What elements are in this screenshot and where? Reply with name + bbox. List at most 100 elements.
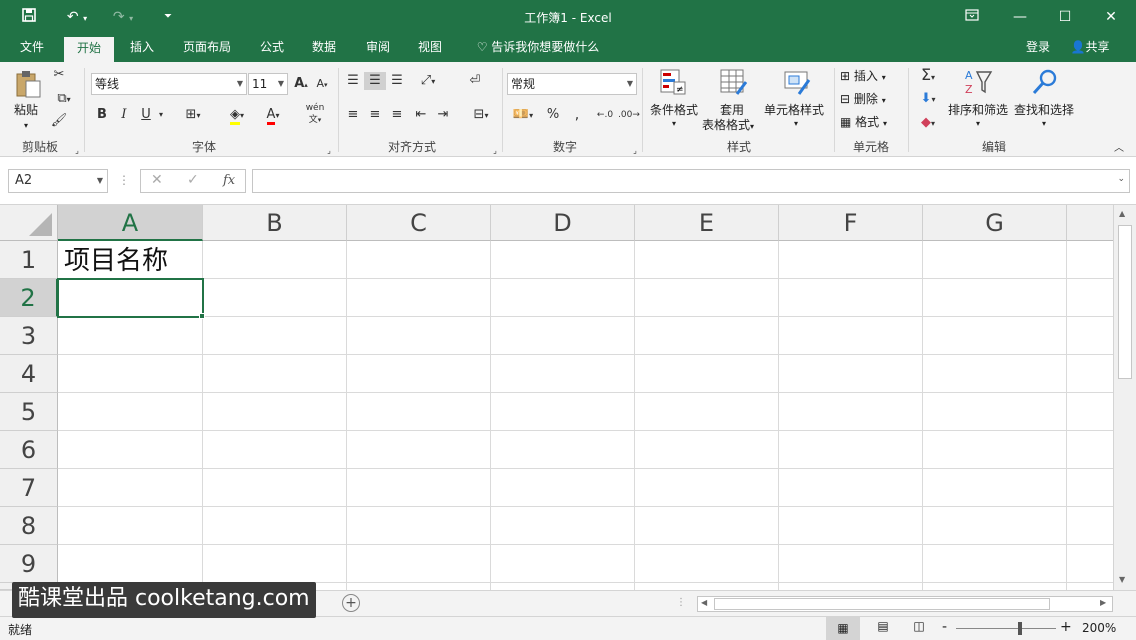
decrease-decimal-icon[interactable]: .00→ bbox=[618, 106, 640, 124]
cell-styles-icon[interactable] bbox=[782, 68, 812, 98]
orientation-icon[interactable]: ⤢▾ bbox=[414, 72, 442, 91]
format-cells-button[interactable]: ▦ 格式 ▾ bbox=[840, 114, 887, 132]
decrease-font-icon[interactable]: A▾ bbox=[314, 75, 330, 94]
conditional-format-icon[interactable]: ≠ bbox=[658, 68, 688, 98]
row-header-9[interactable]: 9 bbox=[0, 545, 58, 583]
border-icon[interactable]: ⊞▾ bbox=[178, 106, 208, 125]
percent-button[interactable]: % bbox=[544, 106, 562, 124]
tab-home[interactable]: 开始 bbox=[64, 37, 114, 62]
normal-view-icon[interactable]: ▦ bbox=[826, 617, 860, 640]
minimize-button[interactable]: — bbox=[1008, 6, 1032, 28]
font-name-select[interactable]: 等线 ▼ bbox=[91, 73, 247, 95]
maximize-button[interactable]: ☐ bbox=[1053, 6, 1077, 28]
sort-filter-icon[interactable]: AZ bbox=[962, 68, 994, 98]
column-header-partial[interactable] bbox=[1067, 205, 1113, 241]
horizontal-scrollbar[interactable]: ◀ ▶ bbox=[697, 596, 1113, 612]
paste-icon[interactable] bbox=[12, 68, 44, 100]
scroll-down-icon[interactable]: ▼ bbox=[1119, 575, 1125, 584]
cell-a1[interactable]: 项目名称 bbox=[64, 243, 168, 279]
row-header-5[interactable]: 5 bbox=[0, 393, 58, 431]
fill-icon[interactable]: ⬇▾ bbox=[914, 90, 942, 109]
increase-font-icon[interactable]: A▴ bbox=[293, 75, 309, 94]
fill-color-icon[interactable]: ◈▾ bbox=[222, 106, 252, 125]
column-header-d[interactable]: D bbox=[491, 205, 635, 241]
chevron-down-icon[interactable]: ▾ bbox=[1042, 116, 1046, 132]
active-cell-a2[interactable] bbox=[57, 278, 204, 318]
format-as-table-label-1[interactable]: 套用 bbox=[720, 102, 744, 118]
tab-file[interactable]: 文件 bbox=[10, 34, 54, 62]
find-select-icon[interactable] bbox=[1030, 68, 1060, 98]
tab-page-layout[interactable]: 页面布局 bbox=[172, 34, 242, 62]
cancel-icon[interactable]: ✕ bbox=[151, 172, 163, 188]
chevron-down-icon[interactable]: ▾ bbox=[794, 116, 798, 132]
fill-handle[interactable] bbox=[199, 313, 205, 319]
bold-button[interactable]: B bbox=[94, 106, 110, 124]
zoom-slider[interactable] bbox=[956, 628, 1056, 629]
align-center-icon[interactable]: ≡ bbox=[366, 106, 384, 124]
format-as-table-icon[interactable] bbox=[718, 68, 748, 98]
scroll-left-icon[interactable]: ◀ bbox=[701, 598, 707, 607]
scrollbar-thumb[interactable] bbox=[1118, 225, 1132, 379]
column-header-a[interactable]: A bbox=[58, 205, 203, 241]
increase-decimal-icon[interactable]: ←.0 bbox=[594, 106, 616, 124]
chevron-down-icon[interactable]: ▾ bbox=[672, 116, 676, 132]
insert-cells-button[interactable]: ⊞ 插入 ▾ bbox=[840, 68, 886, 86]
row-header-8[interactable]: 8 bbox=[0, 507, 58, 545]
zoom-out-button[interactable]: - bbox=[942, 619, 947, 635]
zoom-slider-thumb[interactable] bbox=[1018, 622, 1022, 635]
share-button[interactable]: 👤共享 bbox=[1062, 34, 1118, 62]
column-header-c[interactable]: C bbox=[347, 205, 491, 241]
login-button[interactable]: 登录 bbox=[1018, 34, 1058, 62]
paste-dropdown-icon[interactable]: ▾ bbox=[24, 118, 28, 134]
decrease-indent-icon[interactable]: ⇤ bbox=[412, 106, 430, 124]
column-header-g[interactable]: G bbox=[923, 205, 1067, 241]
row-header-7[interactable]: 7 bbox=[0, 469, 58, 507]
add-sheet-icon[interactable]: + bbox=[342, 594, 360, 612]
page-break-view-icon[interactable]: ◫ bbox=[908, 619, 930, 633]
row-header-2[interactable]: 2 bbox=[0, 279, 58, 317]
collapse-ribbon-icon[interactable]: ︿ bbox=[1112, 140, 1126, 158]
tab-insert[interactable]: 插入 bbox=[120, 34, 164, 62]
select-all-button[interactable] bbox=[0, 205, 58, 241]
align-bottom-icon[interactable]: ☰ bbox=[388, 72, 406, 90]
underline-button[interactable]: U bbox=[138, 106, 154, 124]
row-header-3[interactable]: 3 bbox=[0, 317, 58, 355]
merge-center-icon[interactable]: ⊟▾ bbox=[466, 106, 496, 125]
formula-input[interactable]: ⌄ bbox=[252, 169, 1130, 193]
scrollbar-thumb[interactable] bbox=[714, 598, 1050, 610]
comma-style-icon[interactable]: , bbox=[568, 106, 586, 124]
page-layout-view-icon[interactable]: ▤ bbox=[872, 619, 894, 633]
row-header-1[interactable]: 1 bbox=[0, 241, 58, 279]
italic-button[interactable]: I bbox=[116, 106, 132, 124]
tab-formulas[interactable]: 公式 bbox=[250, 34, 294, 62]
tab-data[interactable]: 数据 bbox=[302, 34, 346, 62]
format-as-table-label-2[interactable]: 表格格式▾ bbox=[702, 117, 754, 135]
copy-icon[interactable]: ⧉▾ bbox=[50, 90, 78, 109]
format-painter-icon[interactable]: 🖌 bbox=[50, 112, 68, 130]
vertical-scrollbar[interactable]: ▲ ▼ bbox=[1113, 205, 1136, 590]
column-header-b[interactable]: B bbox=[203, 205, 347, 241]
align-middle-icon[interactable]: ☰ bbox=[364, 72, 386, 90]
align-right-icon[interactable]: ≡ bbox=[388, 106, 406, 124]
zoom-level[interactable]: 200% bbox=[1082, 621, 1116, 635]
delete-cells-button[interactable]: ⊟ 删除 ▾ bbox=[840, 91, 886, 109]
enter-icon[interactable]: ✓ bbox=[187, 172, 199, 188]
tell-me-box[interactable]: ♡ 告诉我你想要做什么 bbox=[468, 34, 608, 62]
scroll-up-icon[interactable]: ▲ bbox=[1119, 209, 1125, 218]
zoom-in-button[interactable]: + bbox=[1060, 619, 1072, 635]
insert-function-icon[interactable]: fx bbox=[223, 173, 235, 188]
chevron-down-icon[interactable]: ⌄ bbox=[1117, 174, 1125, 184]
phonetic-icon[interactable]: wén 文▾ bbox=[300, 102, 330, 126]
font-color-icon[interactable]: A▾ bbox=[258, 106, 288, 125]
cut-icon[interactable]: ✂ bbox=[50, 66, 68, 84]
chevron-down-icon[interactable]: ▾ bbox=[156, 106, 166, 124]
chevron-down-icon[interactable]: ▾ bbox=[976, 116, 980, 132]
currency-icon[interactable]: 💴▾ bbox=[508, 106, 538, 125]
scroll-right-icon[interactable]: ▶ bbox=[1100, 598, 1106, 607]
clear-icon[interactable]: ◆▾ bbox=[914, 114, 942, 133]
row-header-6[interactable]: 6 bbox=[0, 431, 58, 469]
row-header-4[interactable]: 4 bbox=[0, 355, 58, 393]
align-top-icon[interactable]: ☰ bbox=[344, 72, 362, 90]
number-format-select[interactable]: 常规 ▼ bbox=[507, 73, 637, 95]
autosum-icon[interactable]: Σ▾ bbox=[914, 66, 942, 87]
